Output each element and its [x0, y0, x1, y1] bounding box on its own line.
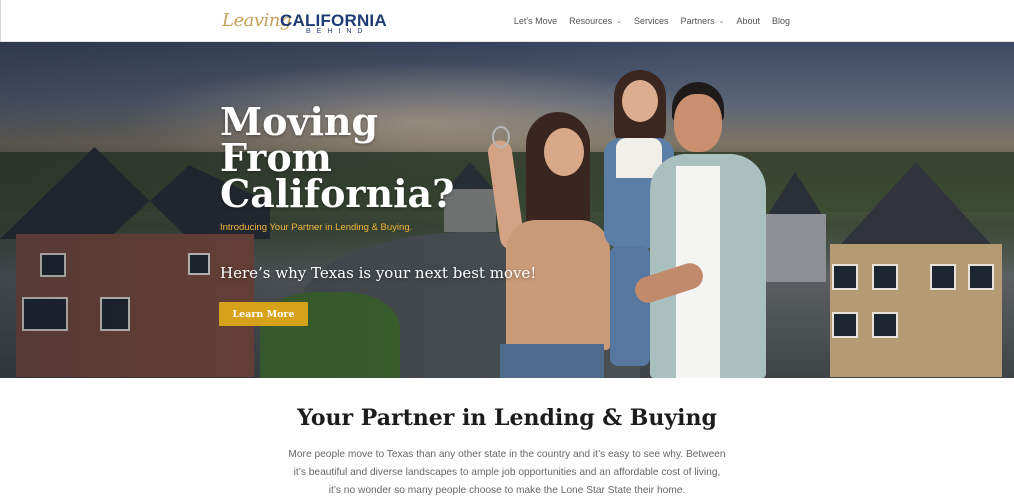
logo-sub-text: BEHIND: [306, 28, 369, 35]
family-photo: [486, 70, 766, 378]
site-header: Leaving CALIFORNIA BEHIND Let's Move Res…: [0, 0, 1014, 42]
nav-item-services[interactable]: Services: [628, 0, 675, 42]
nav-label: Blog: [771, 16, 790, 26]
nav-label: About: [736, 16, 760, 26]
hero-tagline: Here’s why Texas is your next best move!: [220, 264, 537, 282]
nav-label: Resources: [569, 16, 613, 26]
chevron-down-icon: ⌄: [718, 18, 725, 25]
nav-item-blog[interactable]: Blog: [766, 0, 796, 42]
hero-subtitle: Introducing Your Partner in Lending & Bu…: [220, 222, 413, 233]
nav-item-resources[interactable]: Resources ⌄: [563, 0, 628, 42]
keys-icon: [492, 126, 510, 148]
site-logo[interactable]: Leaving CALIFORNIA BEHIND: [222, 6, 387, 38]
section-body-line: it’s beautiful and diverse landscapes to…: [293, 467, 721, 478]
nav-label: Services: [634, 16, 669, 26]
nav-label: Partners: [680, 16, 715, 26]
nav-item-partners[interactable]: Partners ⌄: [675, 0, 731, 42]
section-title: Your Partner in Lending & Buying: [297, 405, 717, 431]
nav-label: Let's Move: [513, 16, 558, 26]
section-body-line: it’s no wonder so many people choose to …: [328, 485, 686, 496]
nav-item-lets-move[interactable]: Let's Move: [508, 0, 563, 42]
hero-banner: Moving From California? Introducing Your…: [0, 42, 1014, 378]
learn-more-button[interactable]: Learn More: [219, 302, 308, 326]
section-body-line: More people move to Texas than any other…: [288, 449, 726, 460]
hero-title: Moving From California?: [220, 103, 480, 213]
main-nav: Let's Move Resources ⌄ Services Partners ⌄…: [508, 0, 796, 42]
hero-title-line: California?: [220, 171, 455, 216]
chevron-down-icon: ⌄: [616, 18, 623, 25]
nav-item-about[interactable]: About: [730, 0, 766, 42]
section-body: More people move to Texas than any other…: [285, 446, 729, 499]
